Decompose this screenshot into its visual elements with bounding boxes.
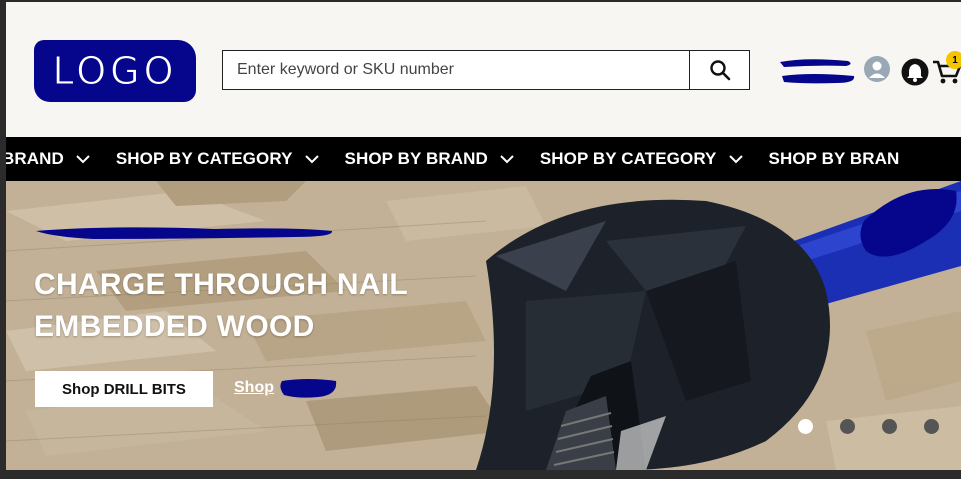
search-input[interactable] bbox=[223, 51, 689, 89]
nav-item-shop-by-category[interactable]: SHOP BY CATEGORY bbox=[540, 149, 743, 169]
hero-headline-line: EMBEDDED WOOD bbox=[34, 310, 315, 343]
nav-track: Y BRAND SHOP BY CATEGORY SHOP BY BRAND S… bbox=[6, 137, 937, 181]
chevron-down-icon bbox=[500, 155, 514, 164]
site-logo[interactable]: LOGO bbox=[34, 40, 196, 102]
window-left-border bbox=[0, 0, 6, 479]
hero-headline: CHARGE THROUGH NAIL EMBEDDED WOOD bbox=[34, 264, 454, 348]
carousel-dot-1[interactable] bbox=[798, 419, 813, 434]
account-link-redacted[interactable] bbox=[776, 56, 856, 86]
nav-item-shop-by-category[interactable]: SHOP BY CATEGORY bbox=[116, 149, 319, 169]
chevron-down-icon bbox=[728, 155, 743, 164]
hero-banner: CHARGE THROUGH NAIL EMBEDDED WOOD Shop D… bbox=[6, 181, 961, 470]
nav-item-label: Y BRAND bbox=[6, 149, 64, 168]
nav-item-label: SHOP BY CATEGORY bbox=[115, 149, 293, 168]
search-form bbox=[222, 50, 750, 90]
carousel-dots bbox=[798, 419, 939, 434]
chevron-down-icon bbox=[76, 155, 90, 164]
main-nav: Y BRAND SHOP BY CATEGORY SHOP BY BRAND S… bbox=[6, 137, 961, 181]
hero-eyebrow-redacted bbox=[36, 227, 333, 239]
carousel-dot-3[interactable] bbox=[882, 419, 897, 434]
nav-item-label: SHOP BY CATEGORY bbox=[539, 149, 717, 168]
search-icon bbox=[709, 60, 730, 81]
carousel-dot-4[interactable] bbox=[924, 419, 939, 434]
shop-secondary-link[interactable]: Shop bbox=[234, 379, 274, 397]
carousel-dot-2[interactable] bbox=[840, 419, 855, 434]
nav-item-shop-by-brand[interactable]: SHOP BY BRAND bbox=[345, 149, 514, 169]
chevron-down-icon bbox=[304, 155, 319, 164]
shop-link-redacted bbox=[280, 379, 337, 398]
nav-item-label: SHOP BY BRAN bbox=[768, 149, 900, 168]
site-header: LOGO Enter keyword or SKU number 1 bbox=[6, 2, 961, 137]
window-bottom-border bbox=[0, 470, 961, 479]
page: LOGO Enter keyword or SKU number 1 BRAND… bbox=[6, 2, 961, 470]
shop-drill-bits-button[interactable]: Shop DRILL BITS bbox=[35, 371, 213, 407]
hero-headline-line: CHARGE THROUGH NAIL bbox=[34, 268, 409, 301]
nav-item-shop-by-brand[interactable]: SHOP BY BRAN bbox=[769, 149, 912, 169]
bell-icon[interactable] bbox=[900, 57, 930, 87]
nav-item-shop-by-brand[interactable]: Y BRAND bbox=[6, 149, 90, 169]
cart-count-badge: 1 bbox=[946, 51, 961, 69]
logo-text: LOGO bbox=[52, 49, 178, 94]
user-icon[interactable] bbox=[864, 56, 890, 82]
nav-item-label: SHOP BY BRAND bbox=[344, 149, 488, 168]
search-button[interactable] bbox=[689, 51, 749, 89]
